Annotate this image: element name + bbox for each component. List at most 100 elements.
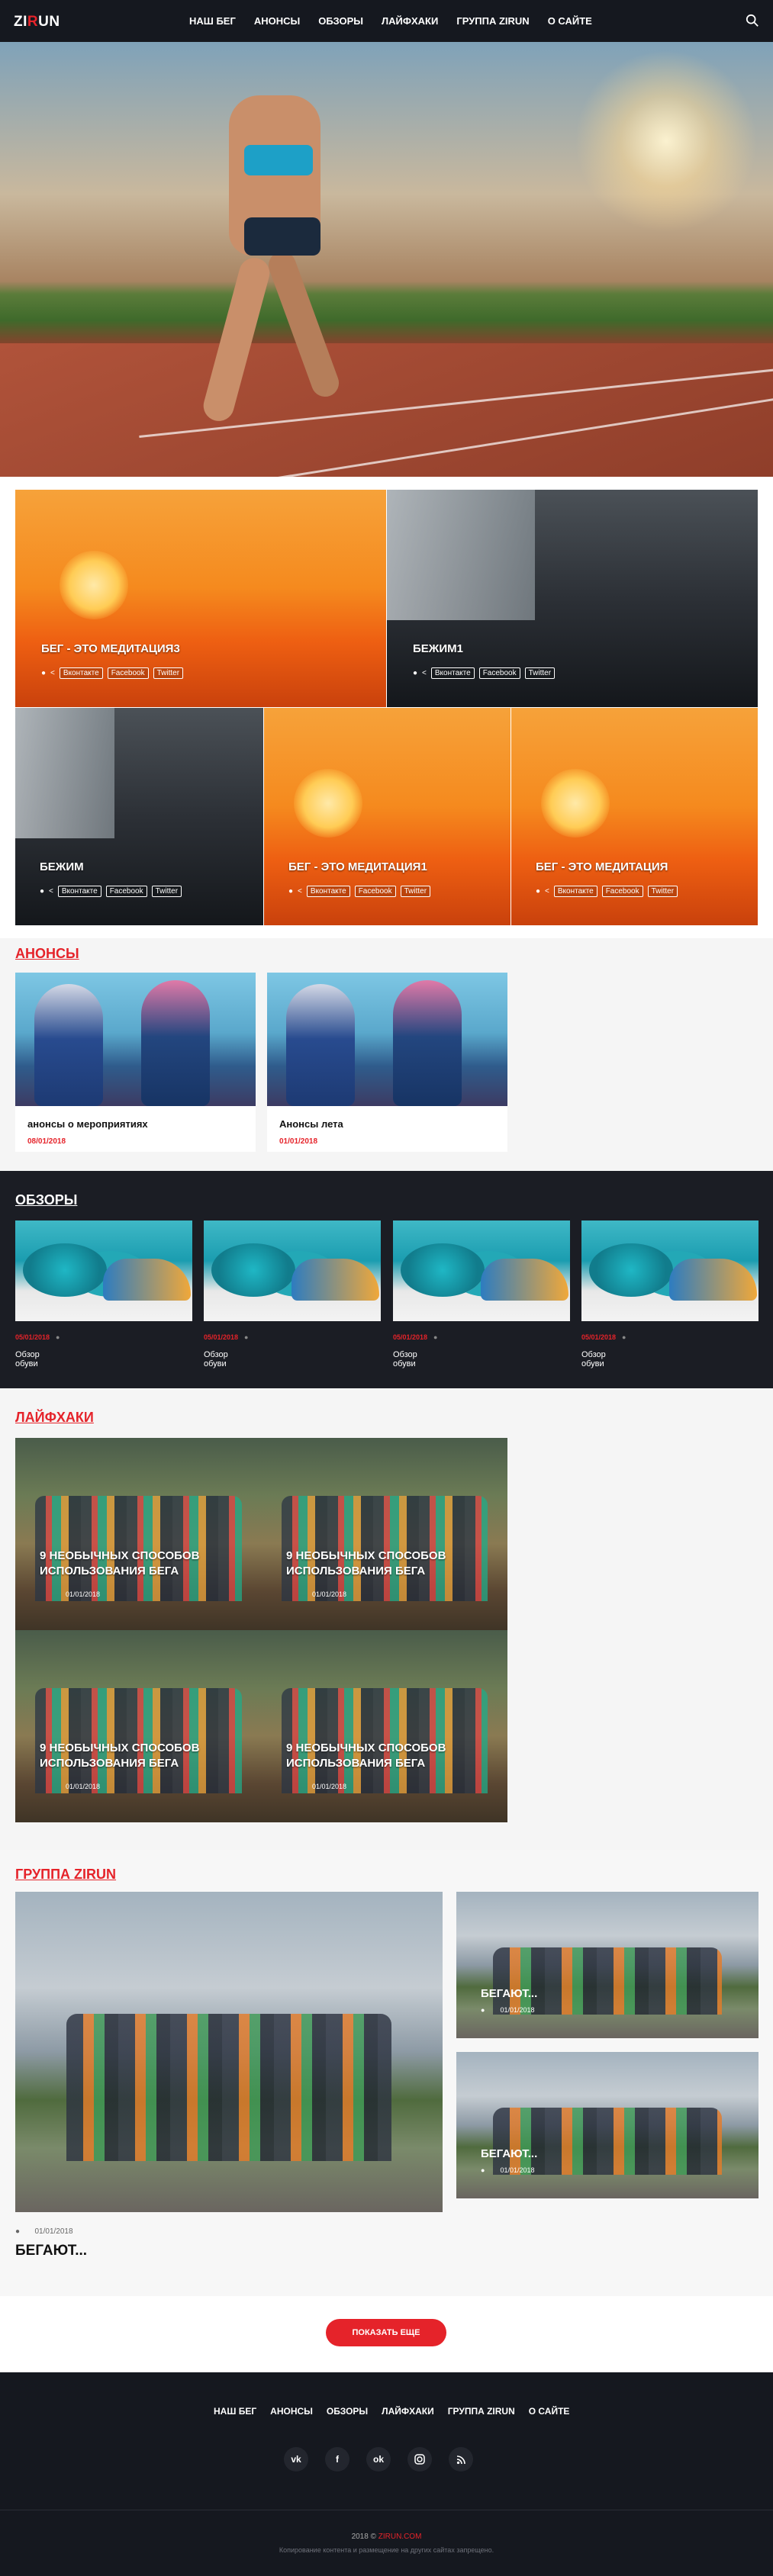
copyright-site-link[interactable]: ZIRUN.COM xyxy=(378,2533,422,2541)
anons-card-image xyxy=(15,973,256,1106)
comment-icon: ● xyxy=(413,669,418,677)
group-side-date: 01/01/2018 xyxy=(500,2166,535,2174)
group-main-date: 01/01/2018 xyxy=(34,2227,73,2236)
comment-icon: ● xyxy=(481,2166,485,2174)
group-main-image[interactable] xyxy=(15,1892,443,2212)
share-twitter-button[interactable]: Twitter xyxy=(153,667,184,679)
comment-icon: ● xyxy=(41,669,47,677)
section-title-anonsy[interactable]: АНОНСЫ xyxy=(15,946,79,962)
lifehack-post[interactable]: 9 НЕОБЫЧНЫХ СПОСОБОВ ИСПОЛЬЗОВАНИЯ БЕГА … xyxy=(15,1438,262,1630)
odnoklassniki-icon[interactable]: ok xyxy=(366,2447,391,2471)
share-vk-button[interactable]: Вконтакте xyxy=(430,667,475,679)
anons-card-title[interactable]: Анонсы лета xyxy=(279,1118,446,1130)
footer-nav-obzory[interactable]: ОБЗОРЫ xyxy=(327,2406,368,2417)
nav-item-anonsy[interactable]: АНОНСЫ xyxy=(254,15,300,27)
anons-card-title[interactable]: анонсы о мероприятиях xyxy=(27,1118,194,1130)
review-date: 05/01/2018 xyxy=(581,1333,617,1341)
lifehack-title[interactable]: 9 НЕОБЫЧНЫХ СПОСОБОВ ИСПОЛЬЗОВАНИЯ БЕГА xyxy=(286,1548,485,1579)
featured-post-title[interactable]: БЕЖИМ1 xyxy=(413,642,463,655)
featured-post-4[interactable]: БЕГ - ЭТО МЕДИТАЦИЯ1 ● < Вконтакте Faceb… xyxy=(264,708,511,925)
lifehack-post[interactable]: 9 НЕОБЫЧНЫХ СПОСОБОВ ИСПОЛЬЗОВАНИЯ БЕГА … xyxy=(15,1630,262,1822)
search-icon[interactable] xyxy=(746,14,759,27)
vk-icon[interactable]: vk xyxy=(284,2447,308,2471)
section-title-gruppa-zirun[interactable]: ГРУППА ZIRUN xyxy=(15,1867,116,1883)
anons-card[interactable]: анонсы о мероприятиях 08/01/2018 xyxy=(15,973,256,1152)
share-facebook-button[interactable]: Facebook xyxy=(107,667,149,679)
share-row: ● < Вконтакте Facebook Twitter xyxy=(413,667,556,679)
group-side-date: 01/01/2018 xyxy=(500,2006,535,2014)
footer-nav-o-sayte[interactable]: О САЙТЕ xyxy=(529,2406,570,2417)
comment-icon: ● xyxy=(244,1333,249,1341)
group-side-post[interactable]: БЕГАЮТ... ● 01/01/2018 xyxy=(456,1892,759,2038)
lifehack-title[interactable]: 9 НЕОБЫЧНЫХ СПОСОБОВ ИСПОЛЬЗОВАНИЯ БЕГА xyxy=(40,1741,238,1771)
share-icon: < xyxy=(545,887,549,896)
featured-post-2[interactable]: БЕЖИМ1 ● < Вконтакте Facebook Twitter xyxy=(387,490,758,707)
featured-post-1[interactable]: БЕГ - ЭТО МЕДИТАЦИЯ3 ● < Вконтакте Faceb… xyxy=(15,490,386,707)
anons-card[interactable]: Анонсы лета 01/01/2018 xyxy=(267,973,507,1152)
lifehack-post[interactable]: 9 НЕОБЫЧНЫХ СПОСОБОВ ИСПОЛЬЗОВАНИЯ БЕГА … xyxy=(262,1630,507,1822)
comment-icon: ● xyxy=(536,887,541,896)
share-vk-button[interactable]: Вконтакте xyxy=(57,886,101,897)
site-logo[interactable]: ZIRUN xyxy=(14,14,60,31)
footer-nav-anonsy[interactable]: АНОНСЫ xyxy=(270,2406,313,2417)
footer-nav: НАШ БЕГ АНОНСЫ ОБЗОРЫ ЛАЙФХАКИ ГРУППА ZI… xyxy=(214,2406,569,2417)
group-side-title[interactable]: БЕГАЮТ... xyxy=(481,2147,537,2160)
share-twitter-button[interactable]: Twitter xyxy=(400,886,431,897)
nav-item-obzory[interactable]: ОБЗОРЫ xyxy=(318,15,363,27)
review-date: 05/01/2018 xyxy=(393,1333,428,1341)
lifehack-date: 01/01/2018 xyxy=(66,1590,101,1598)
lifehack-title[interactable]: 9 НЕОБЫЧНЫХ СПОСОБОВ ИСПОЛЬЗОВАНИЯ БЕГА xyxy=(286,1741,485,1771)
featured-post-title[interactable]: БЕГ - ЭТО МЕДИТАЦИЯ3 xyxy=(41,642,180,655)
group-main-title[interactable]: БЕГАЮТ... xyxy=(15,2243,87,2259)
nav-item-nash-beg[interactable]: НАШ БЕГ xyxy=(189,15,236,27)
share-twitter-button[interactable]: Twitter xyxy=(647,886,678,897)
lifehack-title[interactable]: 9 НЕОБЫЧНЫХ СПОСОБОВ ИСПОЛЬЗОВАНИЯ БЕГА xyxy=(40,1548,238,1579)
main-nav: НАШ БЕГ АНОНСЫ ОБЗОРЫ ЛАЙФХАКИ ГРУППА ZI… xyxy=(189,15,592,27)
social-links: vk f ok xyxy=(284,2447,473,2471)
share-facebook-button[interactable]: Facebook xyxy=(354,886,396,897)
nav-item-layfkhaki[interactable]: ЛАЙФХАКИ xyxy=(382,15,438,27)
share-facebook-button[interactable]: Facebook xyxy=(478,667,520,679)
instagram-icon[interactable] xyxy=(407,2447,432,2471)
share-vk-button[interactable]: Вконтакте xyxy=(59,667,103,679)
group-side-title[interactable]: БЕГАЮТ... xyxy=(481,1987,537,2000)
footer-nav-layfkhaki[interactable]: ЛАЙФХАКИ xyxy=(382,2406,434,2417)
comment-icon: ● xyxy=(15,2227,21,2236)
section-title-layfkhaki[interactable]: ЛАЙФХАКИ xyxy=(15,1410,94,1426)
nav-item-gruppa-zirun[interactable]: ГРУППА ZIRUN xyxy=(456,15,529,27)
review-title[interactable]: Обзор обуви xyxy=(15,1350,40,1368)
facebook-icon[interactable]: f xyxy=(325,2447,349,2471)
featured-post-title[interactable]: БЕЖИМ xyxy=(40,860,84,873)
footer-nav-gruppa-zirun[interactable]: ГРУППА ZIRUN xyxy=(448,2406,515,2417)
review-title[interactable]: Обзор обуви xyxy=(393,1350,417,1368)
review-image xyxy=(581,1220,759,1321)
lifehack-post[interactable]: 9 НЕОБЫЧНЫХ СПОСОБОВ ИСПОЛЬЗОВАНИЯ БЕГА … xyxy=(262,1438,507,1630)
featured-post-title[interactable]: БЕГ - ЭТО МЕДИТАЦИЯ1 xyxy=(288,860,427,873)
share-facebook-button[interactable]: Facebook xyxy=(601,886,643,897)
group-side-meta: ● 01/01/2018 xyxy=(481,2166,535,2174)
share-twitter-button[interactable]: Twitter xyxy=(524,667,556,679)
review-title[interactable]: Обзор обуви xyxy=(581,1350,606,1368)
review-title[interactable]: Обзор обуви xyxy=(204,1350,228,1368)
lifehack-date: 01/01/2018 xyxy=(66,1783,101,1790)
share-facebook-button[interactable]: Facebook xyxy=(105,886,147,897)
share-icon: < xyxy=(422,669,427,677)
hero-image xyxy=(0,42,773,477)
group-side-meta: ● 01/01/2018 xyxy=(481,2006,535,2014)
show-more-button[interactable]: ПОКАЗАТЬ ЕЩЕ xyxy=(326,2319,446,2346)
share-twitter-button[interactable]: Twitter xyxy=(151,886,182,897)
footer-nav-nash-beg[interactable]: НАШ БЕГ xyxy=(214,2406,256,2417)
share-vk-button[interactable]: Вконтакте xyxy=(553,886,597,897)
share-vk-button[interactable]: Вконтакте xyxy=(306,886,350,897)
comment-icon: ● xyxy=(40,887,45,896)
featured-post-3[interactable]: БЕЖИМ ● < Вконтакте Facebook Twitter xyxy=(15,708,263,925)
share-icon: < xyxy=(298,887,302,896)
section-title-obzory[interactable]: ОБЗОРЫ xyxy=(15,1192,77,1208)
group-main-meta: ● 01/01/2018 xyxy=(15,2227,73,2236)
featured-post-title[interactable]: БЕГ - ЭТО МЕДИТАЦИЯ xyxy=(536,860,668,873)
nav-item-o-sayte[interactable]: О САЙТЕ xyxy=(548,15,592,27)
group-side-post[interactable]: БЕГАЮТ... ● 01/01/2018 xyxy=(456,2052,759,2198)
share-icon: < xyxy=(49,887,53,896)
rss-icon[interactable] xyxy=(449,2447,473,2471)
featured-post-5[interactable]: БЕГ - ЭТО МЕДИТАЦИЯ ● < Вконтакте Facebo… xyxy=(511,708,758,925)
